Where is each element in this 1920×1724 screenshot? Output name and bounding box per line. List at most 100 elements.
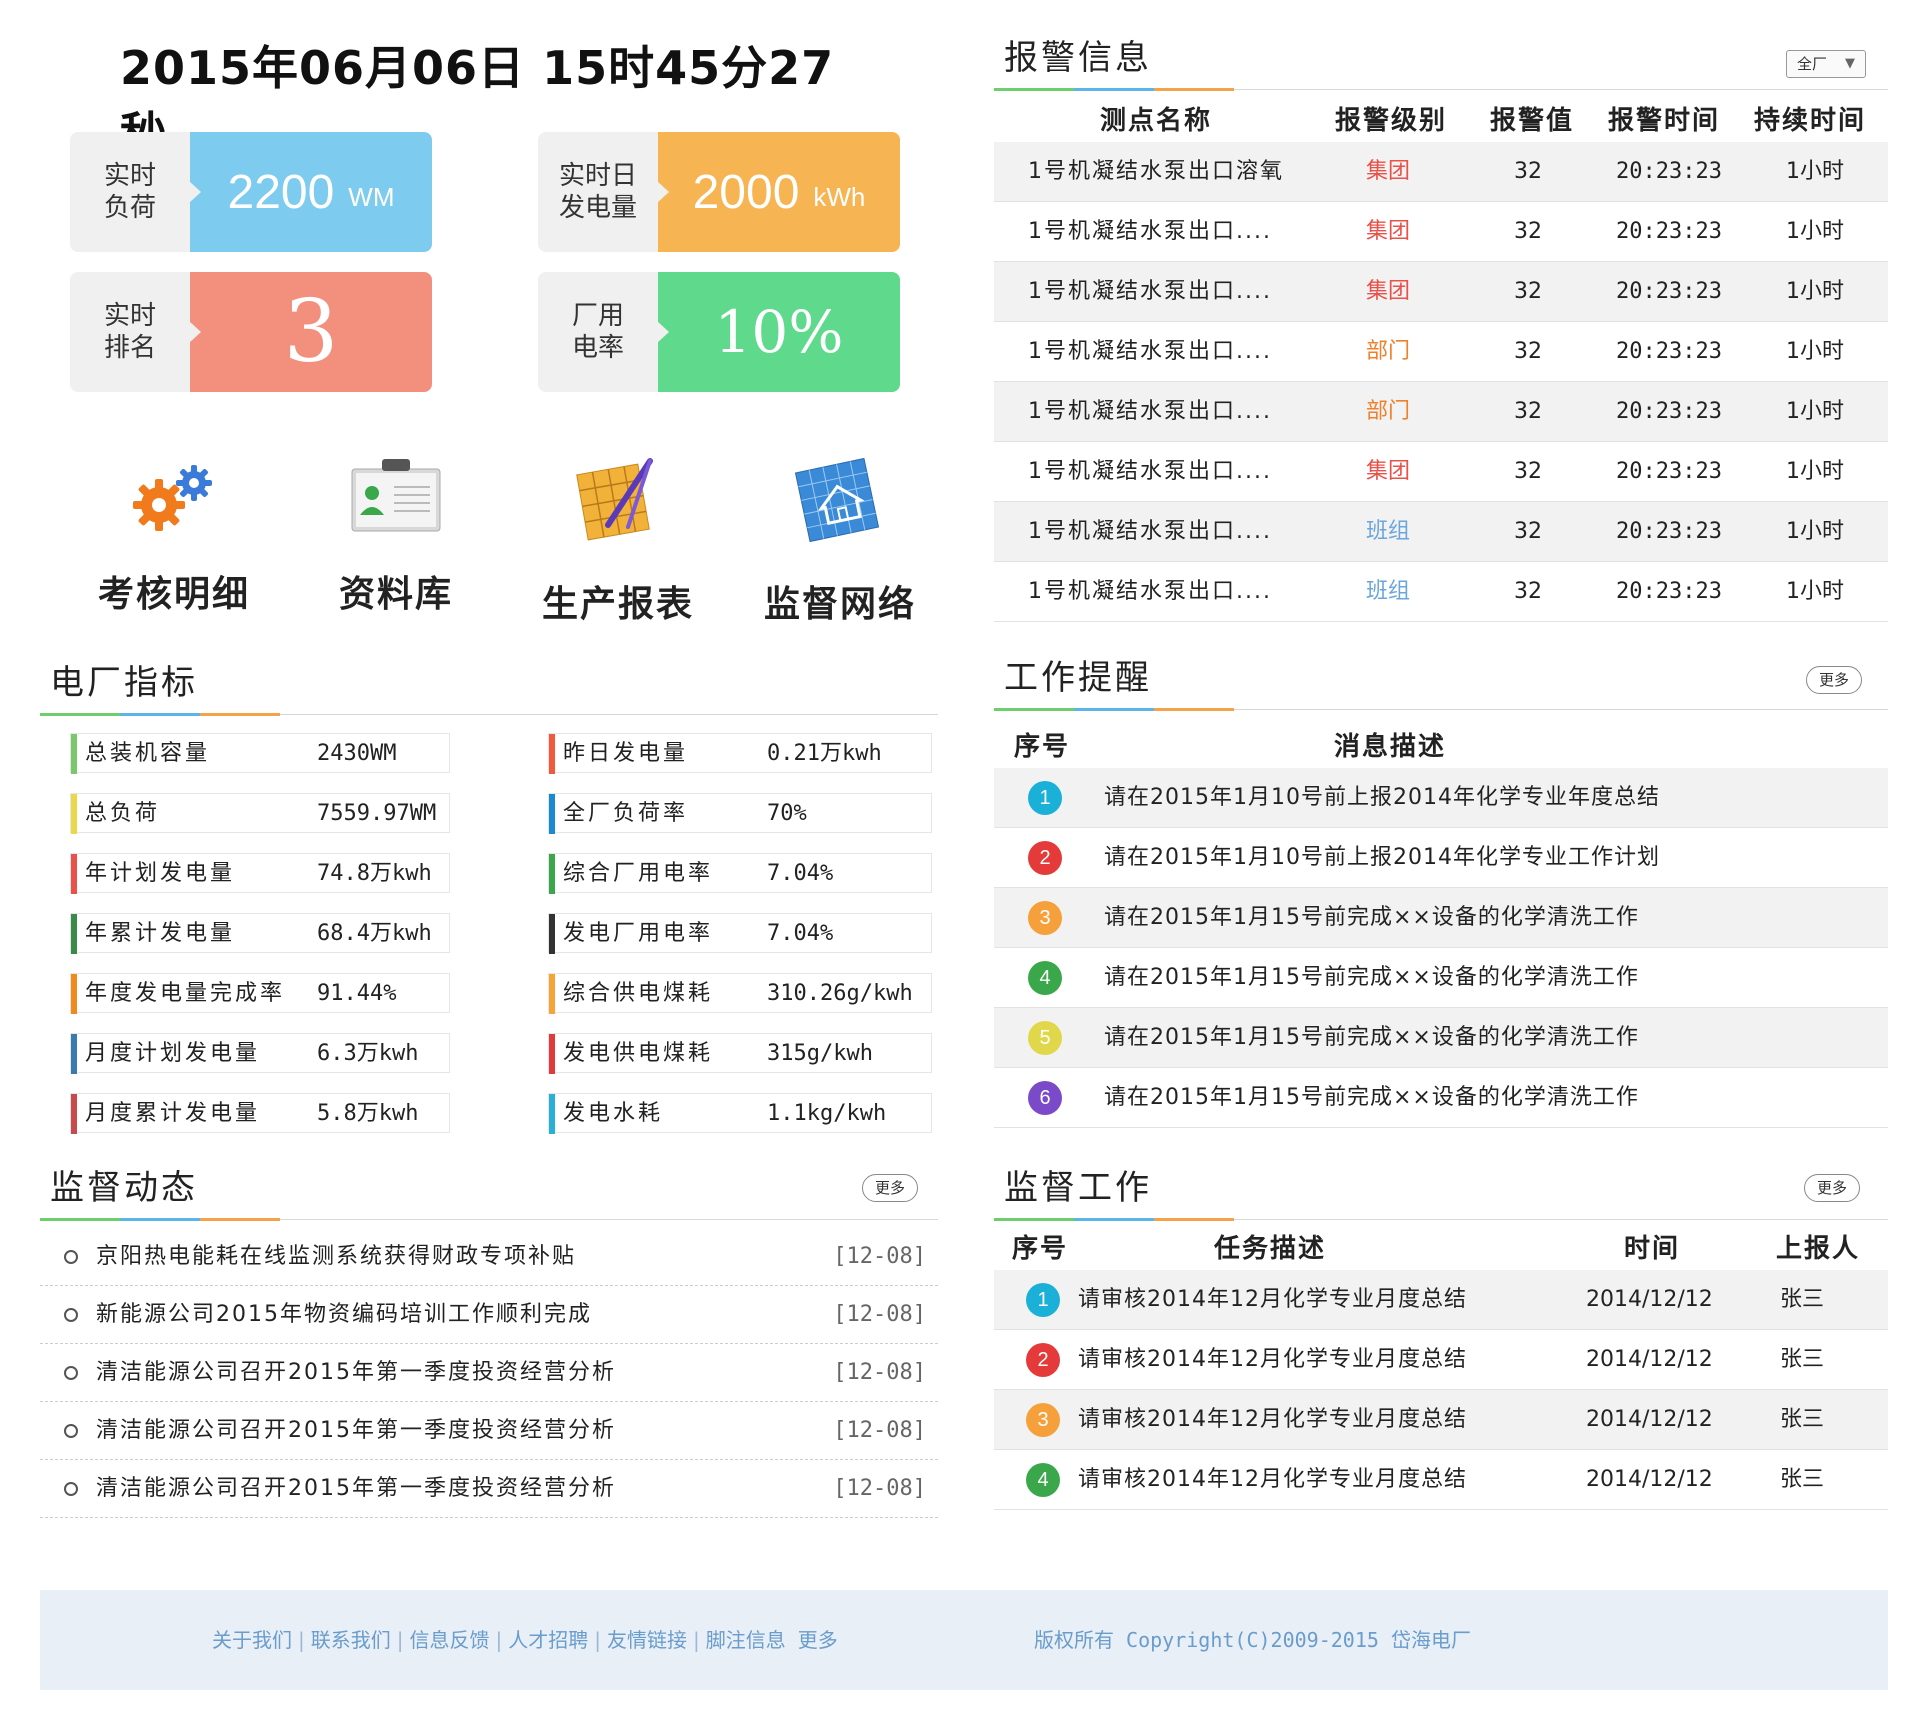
- bullet-icon: [64, 1308, 78, 1322]
- news-title[interactable]: 新能源公司2015年物资编码培训工作顺利完成: [96, 1286, 592, 1344]
- work-date: 2014/12/12: [1586, 1347, 1713, 1372]
- section-stripes: [40, 713, 280, 716]
- footer-link[interactable]: 联系我们: [311, 1628, 391, 1652]
- indicator-label: 发电水耗: [563, 1101, 664, 1126]
- indicator-right-row: 发电供电煤耗 315g/kwh: [548, 1033, 932, 1074]
- alarm-row[interactable]: 1号机凝结水泵出口.... 集团 32 20:23:23 1小时: [994, 442, 1888, 502]
- indicator-value: 1.1kg/kwh: [767, 1101, 887, 1126]
- reminder-number-badge: 2: [1028, 841, 1062, 875]
- alarm-row[interactable]: 1号机凝结水泵出口.... 班组 32 20:23:23 1小时: [994, 502, 1888, 562]
- work-col-reporter: 上报人: [1776, 1234, 1861, 1264]
- alarm-duration: 1小时: [1786, 219, 1844, 244]
- alarm-col-level: 报警级别: [1335, 106, 1448, 136]
- app-assessment-details[interactable]: 考核明细: [74, 455, 274, 617]
- reminder-row[interactable]: 6 请在2015年1月15号前完成××设备的化学清洗工作: [994, 1068, 1888, 1128]
- reminder-row[interactable]: 1 请在2015年1月10号前上报2014年化学专业年度总结: [994, 768, 1888, 828]
- news-title[interactable]: 京阳热电能耗在线监测系统获得财政专项补贴: [96, 1228, 576, 1286]
- footer-link[interactable]: 关于我们: [212, 1628, 292, 1652]
- reminder-number-badge: 1: [1028, 781, 1062, 815]
- reminder-row[interactable]: 3 请在2015年1月15号前完成××设备的化学清洗工作: [994, 888, 1888, 948]
- app-production-report[interactable]: 生产报表: [518, 455, 718, 627]
- app-library[interactable]: 资料库: [296, 455, 496, 617]
- news-item[interactable]: 清洁能源公司召开2015年第一季度投资经营分析 [12-08]: [40, 1344, 938, 1402]
- section-stripes: [40, 1218, 280, 1221]
- news-title[interactable]: 清洁能源公司召开2015年第一季度投资经营分析: [96, 1460, 616, 1518]
- indicator-value: 74.8万kwh: [317, 861, 432, 886]
- footer-link[interactable]: 更多: [798, 1628, 838, 1652]
- news-date: [12-08]: [833, 1302, 926, 1327]
- news-title[interactable]: 清洁能源公司召开2015年第一季度投资经营分析: [96, 1402, 616, 1460]
- footer-separator: |: [298, 1628, 305, 1652]
- reminder-row[interactable]: 5 请在2015年1月15号前完成××设备的化学清洗工作: [994, 1008, 1888, 1068]
- footer-separator: |: [693, 1628, 700, 1652]
- reminder-text: 请在2015年1月15号前完成××设备的化学清洗工作: [1104, 1085, 1639, 1110]
- work-row[interactable]: 4 请审核2014年12月化学专业月度总结 2014/12/12 张三: [994, 1450, 1888, 1510]
- indicator-left-row: 年度发电量完成率 91.44%: [70, 973, 450, 1014]
- news-item[interactable]: 新能源公司2015年物资编码培训工作顺利完成 [12-08]: [40, 1286, 938, 1344]
- kpi-unit: WM: [348, 181, 395, 212]
- footer-link[interactable]: 友情链接: [607, 1628, 687, 1652]
- kpi-value-panel: 2200 WM: [189, 132, 432, 252]
- contact-card-icon: [351, 459, 441, 532]
- alarm-scope-value: 全厂: [1797, 55, 1828, 73]
- alarm-row[interactable]: 1号机凝结水泵出口.... 集团 32 20:23:23 1小时: [994, 202, 1888, 262]
- work-reporter: 张三: [1780, 1287, 1825, 1312]
- news-more-button[interactable]: 更多: [862, 1174, 919, 1202]
- work-row[interactable]: 2 请审核2014年12月化学专业月度总结 2014/12/12 张三: [994, 1330, 1888, 1390]
- indicator-left-row: 总装机容量 2430WM: [70, 733, 450, 774]
- alarm-value: 32: [1514, 279, 1542, 304]
- alarm-row[interactable]: 1号机凝结水泵出口.... 班组 32 20:23:23 1小时: [994, 562, 1888, 622]
- indicator-value: 6.3万kwh: [317, 1041, 419, 1066]
- indicator-value: 70%: [767, 801, 807, 826]
- alarm-row[interactable]: 1号机凝结水泵出口.... 部门 32 20:23:23 1小时: [994, 322, 1888, 382]
- work-row[interactable]: 1 请审核2014年12月化学专业月度总结 2014/12/12 张三: [994, 1270, 1888, 1330]
- work-row[interactable]: 3 请审核2014年12月化学专业月度总结 2014/12/12 张三: [994, 1390, 1888, 1450]
- indicator-label: 发电供电煤耗: [563, 1041, 714, 1066]
- indicator-color-bar: [549, 974, 555, 1014]
- reminder-row[interactable]: 2 请在2015年1月10号前上报2014年化学专业工作计划: [994, 828, 1888, 888]
- alarm-value: 32: [1514, 519, 1542, 544]
- reminder-col-no: 序号: [1014, 732, 1071, 762]
- news-item[interactable]: 京阳热电能耗在线监测系统获得财政专项补贴 [12-08]: [40, 1228, 938, 1286]
- alarm-time: 20:23:23: [1616, 579, 1722, 604]
- section-supervision-work: 监督工作: [994, 1160, 1888, 1221]
- alarm-duration: 1小时: [1786, 159, 1844, 184]
- indicator-right-row: 综合厂用电率 7.04%: [548, 853, 932, 894]
- work-number-badge: 1: [1026, 1283, 1060, 1317]
- app-supervision-network[interactable]: 监督网络: [740, 455, 940, 627]
- alarm-row[interactable]: 1号机凝结水泵出口.... 集团 32 20:23:23 1小时: [994, 262, 1888, 322]
- indicator-label: 综合厂用电率: [563, 861, 714, 886]
- alarm-row[interactable]: 1号机凝结水泵出口溶氧 集团 32 20:23:23 1小时: [994, 142, 1888, 202]
- news-item[interactable]: 清洁能源公司召开2015年第一季度投资经营分析 [12-08]: [40, 1402, 938, 1460]
- alarm-col-time: 报警时间: [1608, 106, 1721, 136]
- kpi-unit: kWh: [813, 181, 866, 212]
- news-title[interactable]: 清洁能源公司召开2015年第一季度投资经营分析: [96, 1344, 616, 1402]
- news-item[interactable]: 清洁能源公司召开2015年第一季度投资经营分析 [12-08]: [40, 1460, 938, 1518]
- indicator-right-row: 全厂负荷率 70%: [548, 793, 932, 834]
- alarm-level: 集团: [1366, 159, 1411, 184]
- alarm-duration: 1小时: [1786, 519, 1844, 544]
- reminders-more-button[interactable]: 更多: [1806, 666, 1863, 694]
- work-reporter: 张三: [1780, 1407, 1825, 1432]
- alarm-point-name: 1号机凝结水泵出口溶氧: [1028, 159, 1284, 184]
- footer-link[interactable]: 信息反馈: [410, 1628, 490, 1652]
- footer-link[interactable]: 人才招聘: [508, 1628, 588, 1652]
- bullet-icon: [64, 1482, 78, 1496]
- reminder-row[interactable]: 4 请在2015年1月15号前完成××设备的化学清洗工作: [994, 948, 1888, 1008]
- indicator-color-bar: [71, 1094, 77, 1134]
- indicator-value: 7.04%: [767, 921, 834, 946]
- news-date: [12-08]: [833, 1244, 926, 1269]
- kpi-label: 实时 负荷: [103, 161, 156, 223]
- alarm-value: 32: [1514, 399, 1542, 424]
- alarm-row[interactable]: 1号机凝结水泵出口.... 部门 32 20:23:23 1小时: [994, 382, 1888, 442]
- footer-link[interactable]: 脚注信息: [706, 1628, 786, 1652]
- section-stripes: [994, 1218, 1234, 1221]
- work-more-button[interactable]: 更多: [1804, 1174, 1861, 1202]
- alarm-scope-select[interactable]: 全厂 ▼: [1786, 50, 1866, 78]
- alarm-time: 20:23:23: [1616, 339, 1722, 364]
- section-plant-indicators: 电厂指标: [40, 655, 938, 716]
- footer-separator: |: [594, 1628, 601, 1652]
- kpi-value-panel: 2000 kWh: [657, 132, 900, 252]
- alarm-duration: 1小时: [1786, 459, 1844, 484]
- work-number-badge: 2: [1026, 1343, 1060, 1377]
